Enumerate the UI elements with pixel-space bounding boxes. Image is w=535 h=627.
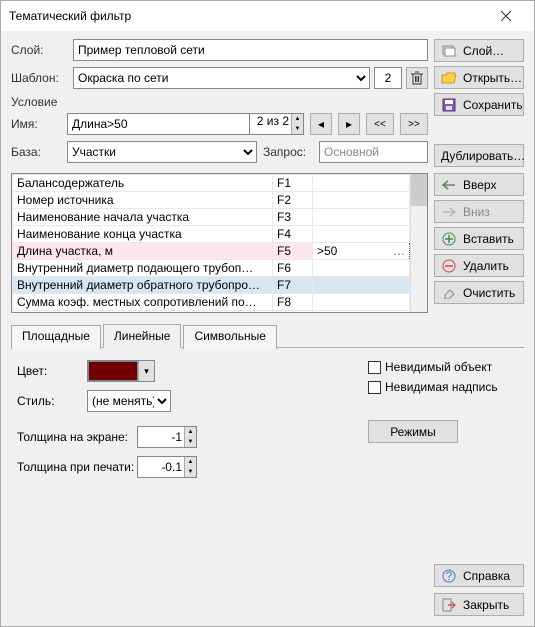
- window-title: Тематический фильтр: [9, 9, 131, 23]
- base-label: База:: [11, 145, 61, 159]
- spinner-icon[interactable]: ▲▼: [184, 457, 196, 477]
- color-label: Цвет:: [17, 364, 87, 378]
- plus-circle-icon: [441, 231, 457, 247]
- trash-icon: [411, 71, 423, 85]
- exit-icon: [441, 597, 457, 613]
- folder-open-icon: [441, 70, 457, 86]
- tab-areal[interactable]: Площадные: [11, 325, 101, 349]
- window-close-button[interactable]: [486, 2, 526, 30]
- tab-symbol[interactable]: Символьные: [183, 325, 276, 349]
- eraser-icon: [441, 285, 457, 301]
- duplicate-button[interactable]: Дублировать…: [434, 144, 524, 167]
- svg-text:?: ?: [446, 569, 453, 583]
- table-row[interactable]: Наименование начала участкаF3: [13, 209, 410, 226]
- arrow-right-icon: [441, 204, 457, 220]
- table-row[interactable]: Сумма коэф. местных сопротивлений по…F8: [13, 294, 410, 311]
- insert-button[interactable]: Вставить: [434, 227, 524, 250]
- invisible-label-checkbox[interactable]: Невидимая надпись: [368, 380, 518, 394]
- minus-circle-icon: [441, 258, 457, 274]
- up-button[interactable]: Вверх: [434, 173, 524, 196]
- save-button[interactable]: Сохранить: [434, 93, 524, 116]
- table-row[interactable]: БалансодержательF1: [13, 175, 410, 192]
- thickness-screen-label: Толщина на экране:: [17, 430, 137, 444]
- name-label: Имя:: [11, 117, 61, 131]
- spinner-icon[interactable]: ▲▼: [291, 114, 303, 134]
- help-button[interactable]: ? Справка: [434, 564, 524, 587]
- table-row[interactable]: Местные сопротивления под тр-даF9: [13, 311, 410, 314]
- triangle-right-icon: ▸: [346, 117, 352, 131]
- query-field: [319, 141, 428, 163]
- table-row[interactable]: Внутренний диаметр обратного трубопро…F7: [13, 277, 410, 294]
- template-delete-button[interactable]: [406, 67, 428, 89]
- layer-field: [73, 39, 428, 61]
- nav-first-button[interactable]: <<: [366, 113, 394, 135]
- query-label: Запрос:: [263, 145, 313, 159]
- table-row[interactable]: Длина участка, мF5>50…: [13, 243, 410, 260]
- open-button[interactable]: Открыть…: [434, 66, 524, 89]
- floppy-icon: [441, 97, 457, 113]
- modes-button[interactable]: Режимы: [368, 420, 458, 443]
- table-row[interactable]: Внутренний диаметр подающего трубоп…F6: [13, 260, 410, 277]
- tab-linear[interactable]: Линейные: [103, 324, 182, 348]
- help-icon: ?: [441, 568, 457, 584]
- name-counter[interactable]: 2 из 2 ▲▼: [250, 113, 304, 135]
- nav-next-button[interactable]: ▸: [338, 113, 360, 135]
- template-select[interactable]: Окраска по сети: [73, 67, 370, 89]
- layers-icon: [441, 43, 457, 59]
- scrollbar[interactable]: [410, 174, 427, 312]
- invisible-object-checkbox[interactable]: Невидимый объект: [368, 360, 518, 374]
- close-button[interactable]: Закрыть: [434, 593, 524, 616]
- thickness-print-label: Толщина при печати:: [17, 460, 137, 474]
- condition-label: Условие: [11, 95, 428, 109]
- table-row[interactable]: Номер источникаF2: [13, 192, 410, 209]
- layer-label: Слой:: [11, 43, 67, 57]
- template-label: Шаблон:: [11, 71, 67, 85]
- nav-prev-button[interactable]: ◂: [310, 113, 332, 135]
- name-input[interactable]: [67, 113, 250, 135]
- chevron-down-icon: ▾: [138, 361, 154, 381]
- nav-last-button[interactable]: >>: [400, 113, 428, 135]
- color-swatch: [88, 361, 138, 381]
- spinner-icon[interactable]: ▲▼: [184, 427, 196, 447]
- fields-table[interactable]: БалансодержательF1Номер источникаF2Наиме…: [11, 173, 428, 313]
- template-count: [374, 67, 402, 89]
- checkbox-icon: [368, 381, 381, 394]
- style-label: Стиль:: [17, 394, 87, 408]
- clear-button[interactable]: Очистить: [434, 281, 524, 304]
- layer-button[interactable]: Слой…: [434, 39, 524, 62]
- down-button[interactable]: Вниз: [434, 200, 524, 223]
- table-row[interactable]: Наименование конца участкаF4: [13, 226, 410, 243]
- color-picker[interactable]: ▾: [87, 360, 155, 382]
- base-select[interactable]: Участки: [67, 141, 257, 163]
- style-select[interactable]: (не менять): [87, 390, 171, 412]
- checkbox-icon: [368, 361, 381, 374]
- triangle-left-icon: ◂: [318, 117, 324, 131]
- arrow-left-icon: [441, 177, 457, 193]
- delete-button[interactable]: Удалить: [434, 254, 524, 277]
- ellipsis-icon: …: [393, 244, 405, 258]
